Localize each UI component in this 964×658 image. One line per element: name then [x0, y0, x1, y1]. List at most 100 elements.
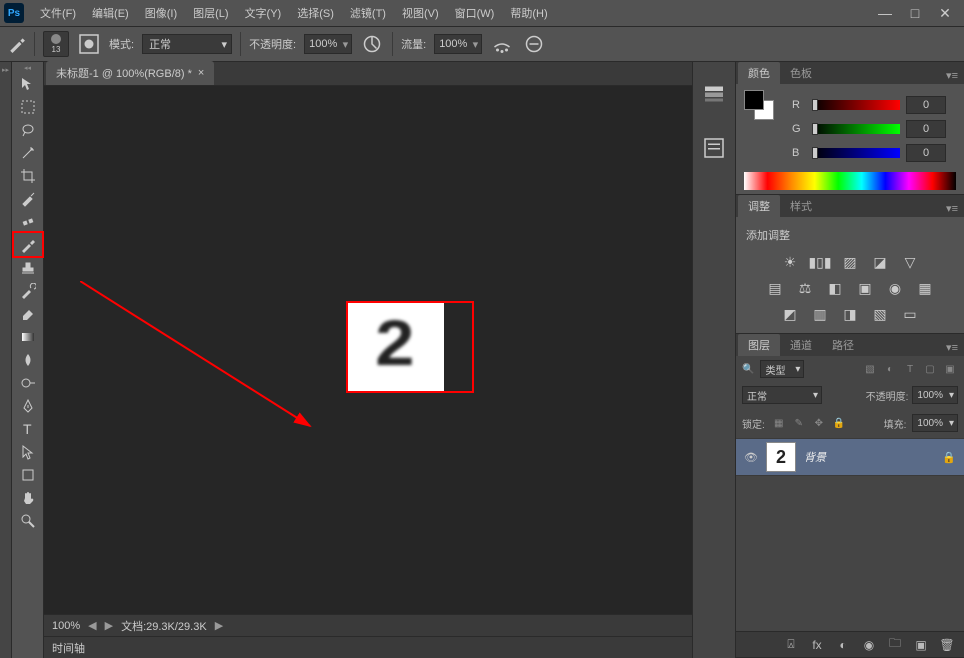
- opacity-input[interactable]: 100%: [304, 34, 352, 54]
- brush-panel-icon[interactable]: [77, 32, 101, 56]
- gradient-tool[interactable]: [14, 325, 42, 348]
- timeline-panel[interactable]: 时间轴: [44, 636, 692, 658]
- filter-type-icon[interactable]: T: [902, 362, 918, 376]
- lock-transparency-icon[interactable]: ▦: [771, 416, 787, 430]
- menu-filter[interactable]: 滤镜(T): [342, 1, 394, 25]
- layer-name[interactable]: 背景: [804, 449, 934, 465]
- tab-close-icon[interactable]: ×: [198, 67, 204, 79]
- link-layers-icon[interactable]: ⍓: [782, 636, 800, 654]
- gradient-map-icon[interactable]: ▭: [900, 305, 920, 323]
- layer-filter-select[interactable]: 类型: [760, 360, 804, 378]
- lookup-icon[interactable]: ▦: [915, 279, 935, 297]
- layer-fill-input[interactable]: 100%: [912, 414, 958, 432]
- move-tool[interactable]: [14, 72, 42, 95]
- stamp-tool[interactable]: [14, 256, 42, 279]
- flow-input[interactable]: 100%: [434, 34, 482, 54]
- exposure-icon[interactable]: ◪: [870, 253, 890, 271]
- crop-tool[interactable]: [14, 164, 42, 187]
- magic-wand-tool[interactable]: [14, 141, 42, 164]
- dodge-tool[interactable]: [14, 371, 42, 394]
- eyedropper-tool[interactable]: [14, 187, 42, 210]
- history-brush-tool[interactable]: [14, 279, 42, 302]
- layer-thumbnail[interactable]: 2: [766, 442, 796, 472]
- photo-filter-icon[interactable]: ▣: [855, 279, 875, 297]
- pen-tool[interactable]: [14, 394, 42, 417]
- panel-menu-icon[interactable]: ▾≡: [940, 200, 964, 217]
- posterize-icon[interactable]: ▥: [810, 305, 830, 323]
- lock-position-icon[interactable]: ✥: [811, 416, 827, 430]
- menu-type[interactable]: 文字(Y): [237, 1, 290, 25]
- r-slider[interactable]: [812, 100, 900, 110]
- menu-select[interactable]: 选择(S): [289, 1, 342, 25]
- zoom-tool[interactable]: [14, 509, 42, 532]
- document-tab[interactable]: 未标题-1 @ 100%(RGB/8) * ×: [46, 61, 214, 85]
- blur-tool[interactable]: [14, 348, 42, 371]
- layer-lock-icon[interactable]: 🔒: [942, 451, 956, 464]
- brush-preview[interactable]: 13: [43, 31, 69, 57]
- tool-preset-icon[interactable]: [8, 35, 26, 53]
- g-slider[interactable]: [812, 124, 900, 134]
- menu-window[interactable]: 窗口(W): [447, 1, 503, 25]
- b-slider[interactable]: [812, 148, 900, 158]
- lasso-tool[interactable]: [14, 118, 42, 141]
- filter-adjust-icon[interactable]: ◐: [882, 362, 898, 376]
- r-input[interactable]: [906, 96, 946, 114]
- lock-pixels-icon[interactable]: ✎: [791, 416, 807, 430]
- tab-layers[interactable]: 图层: [738, 334, 780, 356]
- canvas-area[interactable]: 2: [44, 86, 692, 614]
- invert-icon[interactable]: ◩: [780, 305, 800, 323]
- menu-file[interactable]: 文件(F): [32, 1, 84, 25]
- panel-menu-icon[interactable]: ▾≡: [940, 339, 964, 356]
- levels-icon[interactable]: ▮▯▮: [810, 253, 830, 271]
- tab-paths[interactable]: 路径: [822, 334, 864, 356]
- layer-mask-icon[interactable]: ◐: [834, 636, 852, 654]
- minimize-button[interactable]: —: [870, 3, 900, 23]
- shape-tool[interactable]: [14, 463, 42, 486]
- g-input[interactable]: [906, 120, 946, 138]
- healing-tool[interactable]: [14, 210, 42, 233]
- menu-view[interactable]: 视图(V): [394, 1, 447, 25]
- vibrance-icon[interactable]: ▽: [900, 253, 920, 271]
- blend-mode-select[interactable]: 正常: [142, 34, 232, 54]
- new-group-icon[interactable]: 🗀: [886, 636, 904, 654]
- lock-all-icon[interactable]: 🔒: [831, 416, 847, 430]
- maximize-button[interactable]: □: [900, 3, 930, 23]
- panel-menu-icon[interactable]: ▾≡: [940, 67, 964, 84]
- toolbox-grip[interactable]: ◂◂: [12, 64, 43, 72]
- new-layer-icon[interactable]: ▣: [912, 636, 930, 654]
- tab-swatches[interactable]: 色板: [780, 62, 822, 84]
- status-right-arrow-icon[interactable]: ▶: [105, 619, 113, 632]
- menu-image[interactable]: 图像(I): [137, 1, 185, 25]
- layer-item-background[interactable]: 👁 2 背景 🔒: [736, 438, 964, 476]
- menu-layer[interactable]: 图层(L): [185, 1, 236, 25]
- selective-icon[interactable]: ▧: [870, 305, 890, 323]
- filter-pixel-icon[interactable]: ▧: [862, 362, 878, 376]
- layer-opacity-input[interactable]: 100%: [912, 386, 958, 404]
- properties-panel-icon[interactable]: [702, 136, 726, 160]
- menu-help[interactable]: 帮助(H): [502, 1, 555, 25]
- tab-adjustments[interactable]: 调整: [738, 195, 780, 217]
- foreground-color[interactable]: [744, 90, 764, 110]
- hand-tool[interactable]: [14, 486, 42, 509]
- layer-blend-select[interactable]: 正常: [742, 386, 822, 404]
- hue-icon[interactable]: ▤: [765, 279, 785, 297]
- pressure-opacity-icon[interactable]: [360, 32, 384, 56]
- tab-styles[interactable]: 样式: [780, 195, 822, 217]
- layer-fx-icon[interactable]: fx: [808, 636, 826, 654]
- tab-channels[interactable]: 通道: [780, 334, 822, 356]
- bw-icon[interactable]: ◧: [825, 279, 845, 297]
- menu-edit[interactable]: 编辑(E): [84, 1, 137, 25]
- brush-tool[interactable]: [14, 233, 42, 256]
- color-spectrum[interactable]: [744, 172, 956, 190]
- foreground-background-swatch[interactable]: [744, 90, 774, 120]
- delete-layer-icon[interactable]: 🗑: [938, 636, 956, 654]
- layer-visibility-icon[interactable]: 👁: [744, 451, 758, 464]
- history-panel-icon[interactable]: [702, 82, 726, 106]
- brightness-icon[interactable]: ☀: [780, 253, 800, 271]
- filter-smart-icon[interactable]: ▣: [942, 362, 958, 376]
- new-adjustment-icon[interactable]: ◉: [860, 636, 878, 654]
- left-dock-strip[interactable]: ▸▸: [0, 62, 12, 658]
- b-input[interactable]: [906, 144, 946, 162]
- status-left-arrow-icon[interactable]: ◀: [88, 619, 96, 632]
- path-select-tool[interactable]: [14, 440, 42, 463]
